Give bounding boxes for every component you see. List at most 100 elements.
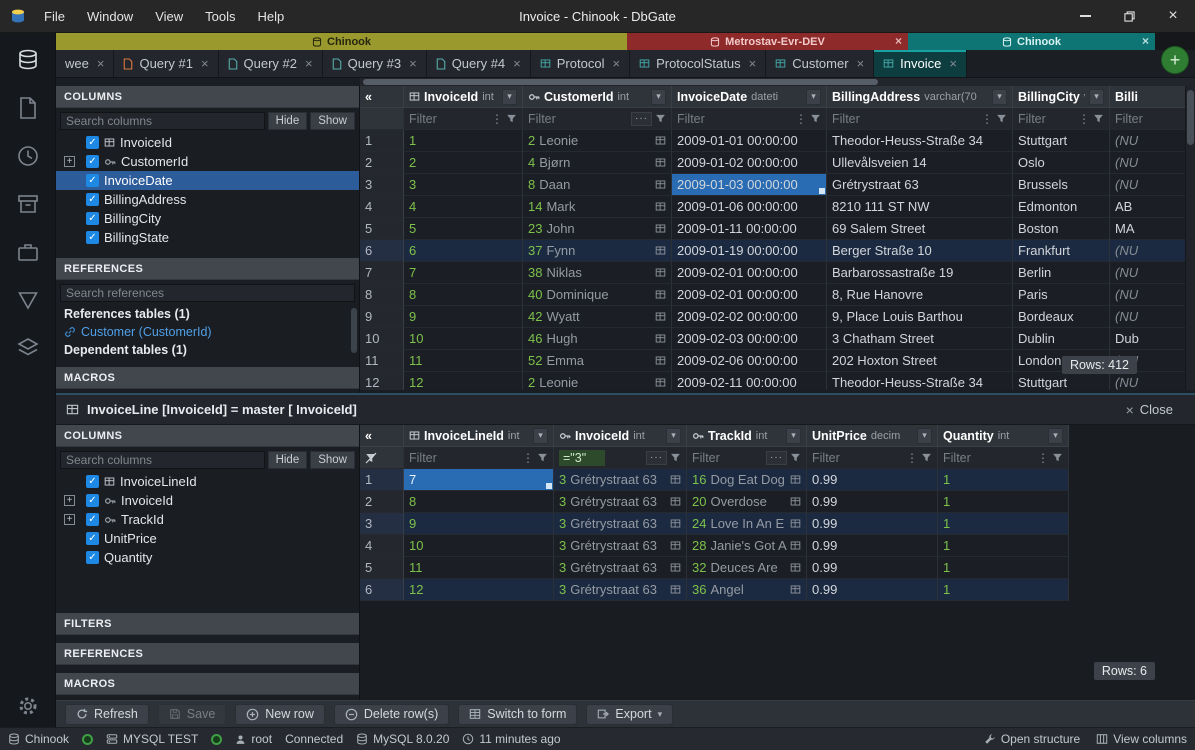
tab[interactable]: Protocol × xyxy=(531,50,630,77)
horizontal-scrollbar[interactable] xyxy=(360,78,1195,86)
row-number[interactable]: 1 xyxy=(360,469,404,491)
show-button[interactable]: Show xyxy=(310,451,355,469)
funnel-icon[interactable] xyxy=(655,113,666,124)
checkbox-checked[interactable]: ✓ xyxy=(86,551,99,564)
billing-city-cell[interactable]: Frankfurt xyxy=(1013,240,1110,262)
references-section-header[interactable]: REFERENCES xyxy=(56,643,359,665)
reference-link[interactable]: Customer (CustomerId) xyxy=(56,323,359,341)
track-id-cell[interactable]: 36 Angel xyxy=(687,579,807,601)
delete-rows-button[interactable]: Delete row(s) xyxy=(334,704,449,725)
checkbox-checked[interactable]: ✓ xyxy=(86,155,99,168)
invoice-line-id-cell[interactable]: 10 xyxy=(404,535,554,557)
invoice-id-cell[interactable]: 3 Grétrystraat 63 xyxy=(554,535,687,557)
lookup-icon[interactable] xyxy=(655,289,666,300)
billing-city-cell[interactable]: Boston xyxy=(1013,218,1110,240)
funnel-icon[interactable] xyxy=(670,452,681,463)
scrollbar-thumb[interactable] xyxy=(1187,90,1194,145)
lookup-icon[interactable] xyxy=(670,584,681,595)
billing-city-cell[interactable]: Edmonton xyxy=(1013,196,1110,218)
funnel-icon[interactable] xyxy=(996,113,1007,124)
billing-city-cell[interactable]: Dublin xyxy=(1013,328,1110,350)
unit-price-cell[interactable]: 0.99 xyxy=(807,557,938,579)
invoice-id-cell[interactable]: 3 Grétrystraat 63 xyxy=(554,513,687,535)
billing-address-cell[interactable]: 202 Hoxton Street xyxy=(827,350,1013,372)
lookup-icon[interactable] xyxy=(790,474,801,485)
column-tree-item[interactable]: + ✓ Quantity xyxy=(56,548,359,567)
invoice-date-cell[interactable]: 2009-01-11 00:00:00 xyxy=(672,218,827,240)
column-header-customerid[interactable]: CustomerIdint ▾ xyxy=(523,86,672,108)
filter-cell[interactable]: ⋮ xyxy=(672,108,827,130)
collapse-columns-button[interactable]: « xyxy=(360,86,404,108)
invoice-date-cell[interactable]: 2009-02-02 00:00:00 xyxy=(672,306,827,328)
row-number[interactable]: 2 xyxy=(360,491,404,513)
column-header-invoicedate[interactable]: InvoiceDatedateti ▾ xyxy=(672,86,827,108)
customer-id-cell[interactable]: 8 Daan xyxy=(523,174,672,196)
tab[interactable]: ProtocolStatus × xyxy=(630,50,766,77)
invoice-line-id-cell[interactable]: 7 xyxy=(404,469,554,491)
invoice-line-id-cell[interactable]: 8 xyxy=(404,491,554,513)
invoice-id-cell[interactable]: 10 xyxy=(404,328,523,350)
row-number[interactable]: 10 xyxy=(360,328,404,350)
filter-input[interactable] xyxy=(409,112,488,126)
invoice-date-cell[interactable]: 2009-01-02 00:00:00 xyxy=(672,152,827,174)
macros-section-header[interactable]: MACROS xyxy=(56,367,359,389)
filter-input[interactable] xyxy=(943,451,1034,465)
billing-address-cell[interactable]: Theodor-Heuss-Straße 34 xyxy=(827,130,1013,152)
funnel-icon[interactable] xyxy=(1093,113,1104,124)
collapse-columns-button[interactable]: « xyxy=(360,425,404,447)
billing-address-cell[interactable]: 3 Chatham Street xyxy=(827,328,1013,350)
lookup-icon[interactable] xyxy=(655,135,666,146)
tab[interactable]: Query #4 × xyxy=(427,50,531,77)
search-columns-input[interactable] xyxy=(60,112,265,130)
close-icon[interactable]: × xyxy=(612,56,620,71)
track-id-cell[interactable]: 16 Dog Eat Dog xyxy=(687,469,807,491)
checkbox-checked[interactable]: ✓ xyxy=(86,513,99,526)
kebab-menu-icon[interactable]: ⋮ xyxy=(981,112,993,126)
chevron-down-icon[interactable]: ▾ xyxy=(992,89,1007,105)
row-number[interactable]: 7 xyxy=(360,262,404,284)
lookup-icon[interactable] xyxy=(655,245,666,256)
billing-state-cell[interactable]: (NU xyxy=(1110,306,1195,328)
invoice-date-cell[interactable]: 2009-01-19 00:00:00 xyxy=(672,240,827,262)
billing-state-cell[interactable]: (NU xyxy=(1110,152,1195,174)
invoice-date-cell[interactable]: 2009-01-01 00:00:00 xyxy=(672,130,827,152)
column-header-quantity[interactable]: Quantityint ▾ xyxy=(938,425,1069,447)
lookup-icon[interactable] xyxy=(655,179,666,190)
invoice-date-cell[interactable]: 2009-02-11 00:00:00 xyxy=(672,372,827,390)
menu-item[interactable]: Window xyxy=(76,0,144,33)
tab[interactable]: Query #2 × xyxy=(219,50,323,77)
billing-address-cell[interactable]: 69 Salem Street xyxy=(827,218,1013,240)
customer-id-cell[interactable]: 37 Fynn xyxy=(523,240,672,262)
view-columns-button[interactable]: View columns xyxy=(1096,732,1187,746)
column-tree-item[interactable]: + ✓ UnitPrice xyxy=(56,529,359,548)
billing-address-cell[interactable]: 9, Place Louis Barthou xyxy=(827,306,1013,328)
invoice-line-id-cell[interactable]: 11 xyxy=(404,557,554,579)
funnel-icon[interactable] xyxy=(537,452,548,463)
billing-state-cell[interactable]: MA xyxy=(1110,218,1195,240)
checkbox-checked[interactable]: ✓ xyxy=(86,532,99,545)
invoice-id-cell[interactable]: 3 xyxy=(404,174,523,196)
column-tree-item[interactable]: + ✓ BillingCity xyxy=(56,209,359,228)
billing-city-cell[interactable]: Stuttgart xyxy=(1013,130,1110,152)
kebab-menu-icon[interactable]: ⋮ xyxy=(1037,451,1049,465)
filter-input[interactable] xyxy=(409,451,519,465)
lookup-icon[interactable] xyxy=(655,157,666,168)
unit-price-cell[interactable]: 0.99 xyxy=(807,491,938,513)
row-number[interactable]: 1 xyxy=(360,130,404,152)
track-id-cell[interactable]: 28 Janie's Got A xyxy=(687,535,807,557)
funnel-icon[interactable] xyxy=(810,113,821,124)
column-tree-item[interactable]: + ✓ InvoiceLineId xyxy=(56,472,359,491)
billing-city-cell[interactable]: Berlin xyxy=(1013,262,1110,284)
checkbox-checked[interactable]: ✓ xyxy=(86,193,99,206)
tab-group-chinook[interactable]: Chinook xyxy=(56,33,627,50)
customer-id-cell[interactable]: 4 Bjørn xyxy=(523,152,672,174)
close-icon[interactable]: × xyxy=(1142,33,1149,50)
invoice-date-cell[interactable]: 2009-02-01 00:00:00 xyxy=(672,284,827,306)
invoice-id-cell[interactable]: 11 xyxy=(404,350,523,372)
invoice-date-cell[interactable]: 2009-02-03 00:00:00 xyxy=(672,328,827,350)
customer-id-cell[interactable]: 2 Leonie xyxy=(523,130,672,152)
checkbox-checked[interactable]: ✓ xyxy=(86,494,99,507)
invoice-id-cell[interactable]: 3 Grétrystraat 63 xyxy=(554,491,687,513)
billing-state-cell[interactable]: (NU xyxy=(1110,130,1195,152)
close-icon[interactable]: × xyxy=(749,56,757,71)
